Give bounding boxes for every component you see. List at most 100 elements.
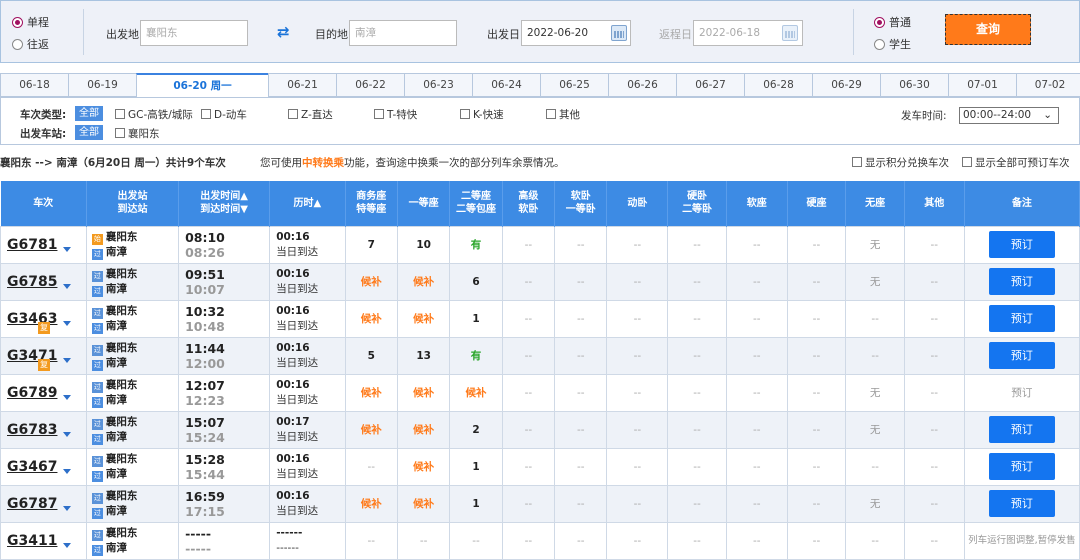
type-filter-z[interactable]: Z-直达 [288,107,333,122]
expand-caret-icon[interactable] [63,505,71,511]
from-station[interactable]: 襄阳东 [106,305,138,317]
book-button[interactable]: 预订 [988,453,1055,480]
train-number-link[interactable]: G6783 [7,422,57,438]
from-input[interactable]: 襄阳东 [140,20,248,46]
station-all-tag[interactable]: 全部 [75,125,103,140]
type-filter-d[interactable]: D-动车 [201,107,247,122]
seat-biz[interactable]: 候补 [344,299,398,338]
seat-first[interactable]: 候补 [396,262,451,301]
date-tab[interactable]: 06-20 周一 [136,73,268,97]
show-points-option[interactable]: 显示积分兑换车次 [852,155,949,170]
seat-first[interactable]: 候补 [396,447,451,486]
train-number-link[interactable]: G6781 [7,237,57,253]
train-number-link[interactable]: G3467 [7,459,57,475]
expand-caret-icon[interactable] [63,283,71,289]
type-filter-gc[interactable]: GC-高铁/城际 [115,107,193,122]
header-station[interactable]: 出发站 到达站 [86,181,180,226]
seat-biz[interactable]: 候补 [344,410,398,449]
date-tab[interactable]: 06-27 [676,73,744,97]
seat-biz[interactable]: 候补 [344,484,398,523]
to-station[interactable]: 南漳 [106,357,127,369]
seat-biz[interactable]: 候补 [344,262,398,301]
time-select[interactable]: 00:00--24:00 ⌄ [959,107,1059,124]
to-station[interactable]: 南漳 [106,320,127,332]
seat-first[interactable]: 候补 [396,410,451,449]
seat-value[interactable]: 候补 [413,387,434,399]
book-button[interactable]: 预订 [988,490,1055,517]
expand-caret-icon[interactable] [63,357,71,363]
train-number-link[interactable]: G6787 [7,496,57,512]
from-station[interactable]: 襄阳东 [106,416,138,428]
to-station[interactable]: 南漳 [106,283,127,295]
date-tab[interactable]: 06-22 [336,73,404,97]
date-tab[interactable]: 06-19 [68,73,136,97]
expand-caret-icon[interactable] [63,542,71,548]
type-all-tag[interactable]: 全部 [75,106,103,121]
expand-caret-icon[interactable] [63,468,71,474]
from-station[interactable]: 襄阳东 [106,342,138,354]
date-tab[interactable]: 06-29 [812,73,880,97]
calendar-icon[interactable] [782,25,798,41]
header-time[interactable]: 出发时间▲ 到达时间▼ [178,181,271,226]
seat-value[interactable]: 候补 [361,498,382,510]
from-station[interactable]: 襄阳东 [106,231,138,243]
date-tab[interactable]: 06-26 [608,73,676,97]
to-station[interactable]: 南漳 [106,542,127,554]
date-tab[interactable]: 07-01 [948,73,1016,97]
expand-caret-icon[interactable] [63,431,71,437]
header-duration[interactable]: 历时▲ [269,181,346,226]
seat-value[interactable]: 候补 [361,424,382,436]
book-button[interactable]: 预订 [988,305,1055,332]
show-all-option[interactable]: 显示全部可预订车次 [962,155,1070,170]
from-station[interactable]: 襄阳东 [106,527,138,539]
to-station[interactable]: 南漳 [106,246,127,258]
seat-second[interactable]: 候补 [449,373,503,412]
date-tab[interactable]: 06-30 [880,73,948,97]
train-number-link[interactable]: G6785 [7,274,57,290]
passenger-normal-radio[interactable]: 普通 [874,14,911,30]
trip-oneway-radio[interactable]: 单程 [12,14,49,30]
seat-first[interactable]: 候补 [396,484,451,523]
seat-value[interactable]: 候补 [413,498,434,510]
date-tab[interactable]: 06-25 [540,73,608,97]
to-station[interactable]: 南漳 [106,505,127,517]
seat-value[interactable]: 候补 [413,424,434,436]
to-station[interactable]: 南漳 [106,468,127,480]
seat-value[interactable]: 候补 [361,276,382,288]
seat-value[interactable]: 候补 [413,276,434,288]
swap-icon[interactable]: ⇄ [277,23,290,41]
type-filter-other[interactable]: 其他 [546,107,580,122]
date-tab[interactable]: 06-24 [472,73,540,97]
from-station[interactable]: 襄阳东 [106,490,138,502]
transfer-link[interactable]: 中转换乘 [302,157,344,169]
date-tab[interactable]: 07-02 [1016,73,1080,97]
type-filter-t[interactable]: T-特快 [374,107,417,122]
expand-caret-icon[interactable] [63,320,71,326]
train-number-link[interactable]: G3411 [7,533,57,549]
seat-first[interactable]: 候补 [396,373,451,412]
book-button[interactable]: 预订 [988,268,1055,295]
calendar-icon[interactable] [611,25,627,41]
seat-value[interactable]: 候补 [413,313,434,325]
seat-value[interactable]: 候补 [466,387,487,399]
to-input[interactable]: 南漳 [349,20,457,46]
date-tab[interactable]: 06-23 [404,73,472,97]
from-station[interactable]: 襄阳东 [106,268,138,280]
from-station[interactable]: 襄阳东 [106,453,138,465]
to-station[interactable]: 南漳 [106,394,127,406]
trip-round-radio[interactable]: 往返 [12,36,49,52]
train-number-link[interactable]: G6789 [7,385,57,401]
expand-caret-icon[interactable] [63,246,71,252]
seat-value[interactable]: 候补 [361,313,382,325]
query-button[interactable]: 查询 [945,14,1031,45]
type-filter-k[interactable]: K-快速 [460,107,504,122]
date-tab[interactable]: 06-21 [268,73,336,97]
seat-value[interactable]: 候补 [413,461,434,473]
date-tab[interactable]: 06-18 [0,73,68,97]
book-button[interactable]: 预订 [988,342,1055,369]
seat-first[interactable]: 候补 [396,299,451,338]
to-station[interactable]: 南漳 [106,431,127,443]
station-filter-xiangyangdong[interactable]: 襄阳东 [115,126,160,141]
book-button[interactable]: 预订 [988,416,1055,443]
passenger-student-radio[interactable]: 学生 [874,36,911,52]
